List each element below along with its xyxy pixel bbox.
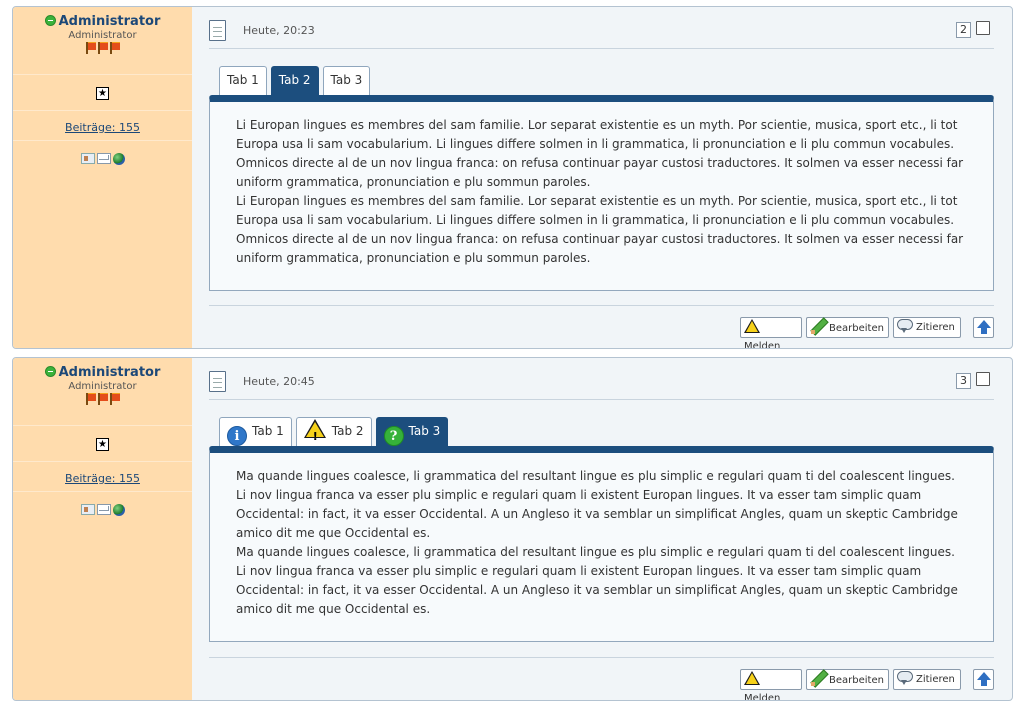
contact-icons [13,141,192,165]
quote-bubble-icon [897,671,913,685]
tab-3[interactable]: Tab 3 [322,66,371,95]
user-badge-area: ★ [13,75,192,111]
post-count-link[interactable]: Beiträge: 155 [65,472,140,485]
post-content: Ma quande lingues coalesce, li grammatic… [236,469,958,616]
quote-button[interactable]: Zitieren [893,317,961,338]
tab-2[interactable]: Tab 2 [295,417,372,450]
quote-label: Zitieren [916,322,955,333]
user-role: Administrator [68,381,137,392]
scroll-top-button[interactable] [973,317,994,338]
post-document-icon [209,371,226,392]
tab-3[interactable]: ? Tab 3 [375,417,449,446]
rank-flag-icon [109,42,120,54]
tab-label: Tab 2 [278,73,311,87]
quote-bubble-icon [897,319,913,333]
star-badge-icon: ★ [96,87,109,100]
post-select-checkbox[interactable] [976,21,990,35]
rank-flags [13,42,192,56]
post-document-icon [209,20,226,41]
forum-post: Administrator Administrator ★ Beiträge: … [12,6,1013,349]
post-number-link[interactable]: 2 [956,22,971,38]
pencil-icon [810,318,826,334]
tab-label: Tab 3 [408,424,441,438]
post-footer: Melden Bearbeiten Zitieren [209,657,994,700]
post-author-sidebar: Administrator Administrator ★ Beiträge: … [13,7,192,348]
quote-label: Zitieren [916,674,955,685]
rank-flag-icon [109,393,120,405]
tab-1[interactable]: Tab 1 [219,66,267,95]
mail-icon[interactable] [96,153,111,164]
user-role: Administrator [68,30,137,41]
username-link[interactable]: Administrator [59,365,161,380]
edit-button[interactable]: Bearbeiten [806,317,889,338]
post-author-sidebar: Administrator Administrator ★ Beiträge: … [13,358,192,700]
warning-icon [744,319,760,333]
tab-2[interactable]: Tab 2 [270,66,319,95]
warning-icon [744,671,760,685]
online-status-icon [44,366,56,377]
edit-button[interactable]: Bearbeiten [806,669,889,690]
homepage-globe-icon[interactable] [112,503,125,516]
rank-flag-icon [85,393,96,405]
info-icon: i [227,426,247,446]
post-header: Heute, 20:45 3 [209,358,994,400]
arrow-up-icon [977,320,991,334]
user-post-count-area: Beiträge: 155 [13,111,192,141]
mail-icon[interactable] [96,504,111,515]
tab-bar: Tab 1 Tab 2 Tab 3 [209,66,994,95]
warning-icon [303,419,326,450]
tab-1[interactable]: i Tab 1 [219,417,292,446]
post-date: Heute, 20:45 [243,375,315,388]
rank-flag-icon [97,393,108,405]
homepage-globe-icon[interactable] [112,152,125,165]
post-main: Heute, 20:45 3 i Tab 1 Tab 2 ? Tab 3 Ma qu… [209,358,994,700]
post-header: Heute, 20:23 2 [209,7,994,49]
quote-button[interactable]: Zitieren [893,669,961,690]
profile-icon[interactable] [80,504,95,515]
post-main: Heute, 20:23 2 Tab 1 Tab 2 Tab 3 Li Euro… [209,7,994,348]
forum-post: Administrator Administrator ★ Beiträge: … [12,357,1013,701]
user-info: Administrator Administrator [13,7,192,75]
star-badge-icon: ★ [96,438,109,451]
username-link[interactable]: Administrator [59,14,161,29]
pencil-icon [810,670,826,686]
rank-flags [13,393,192,407]
tab-content-panel: Li Europan lingues es membres del sam fa… [209,95,994,291]
report-label: Melden [744,341,781,349]
rank-flag-icon [97,42,108,54]
post-content: Li Europan lingues es membres del sam fa… [236,118,964,265]
post-footer: Melden Bearbeiten Zitieren [209,305,994,348]
user-info: Administrator Administrator [13,358,192,426]
user-badge-area: ★ [13,426,192,462]
edit-label: Bearbeiten [829,675,884,686]
edit-label: Bearbeiten [829,323,884,334]
tab-bar: i Tab 1 Tab 2 ? Tab 3 [209,417,994,450]
report-button[interactable]: Melden [740,317,802,348]
post-date: Heute, 20:23 [243,24,315,37]
arrow-up-icon [977,672,991,686]
scroll-top-button[interactable] [973,669,994,690]
report-label: Melden [744,693,781,701]
online-status-icon [44,15,56,26]
tab-label: Tab 1 [227,73,259,87]
user-post-count-area: Beiträge: 155 [13,462,192,492]
rank-flag-icon [85,42,96,54]
contact-icons [13,492,192,516]
tab-content-panel: Ma quande lingues coalesce, li grammatic… [209,446,994,642]
tab-label: Tab 3 [330,73,363,87]
help-icon: ? [383,426,404,446]
post-number-link[interactable]: 3 [956,373,971,389]
profile-icon[interactable] [80,153,95,164]
post-select-checkbox[interactable] [976,372,990,386]
tab-label: Tab 1 [252,424,284,438]
post-count-link[interactable]: Beiträge: 155 [65,121,140,134]
tab-label: Tab 2 [331,424,364,438]
report-button[interactable]: Melden [740,669,802,700]
